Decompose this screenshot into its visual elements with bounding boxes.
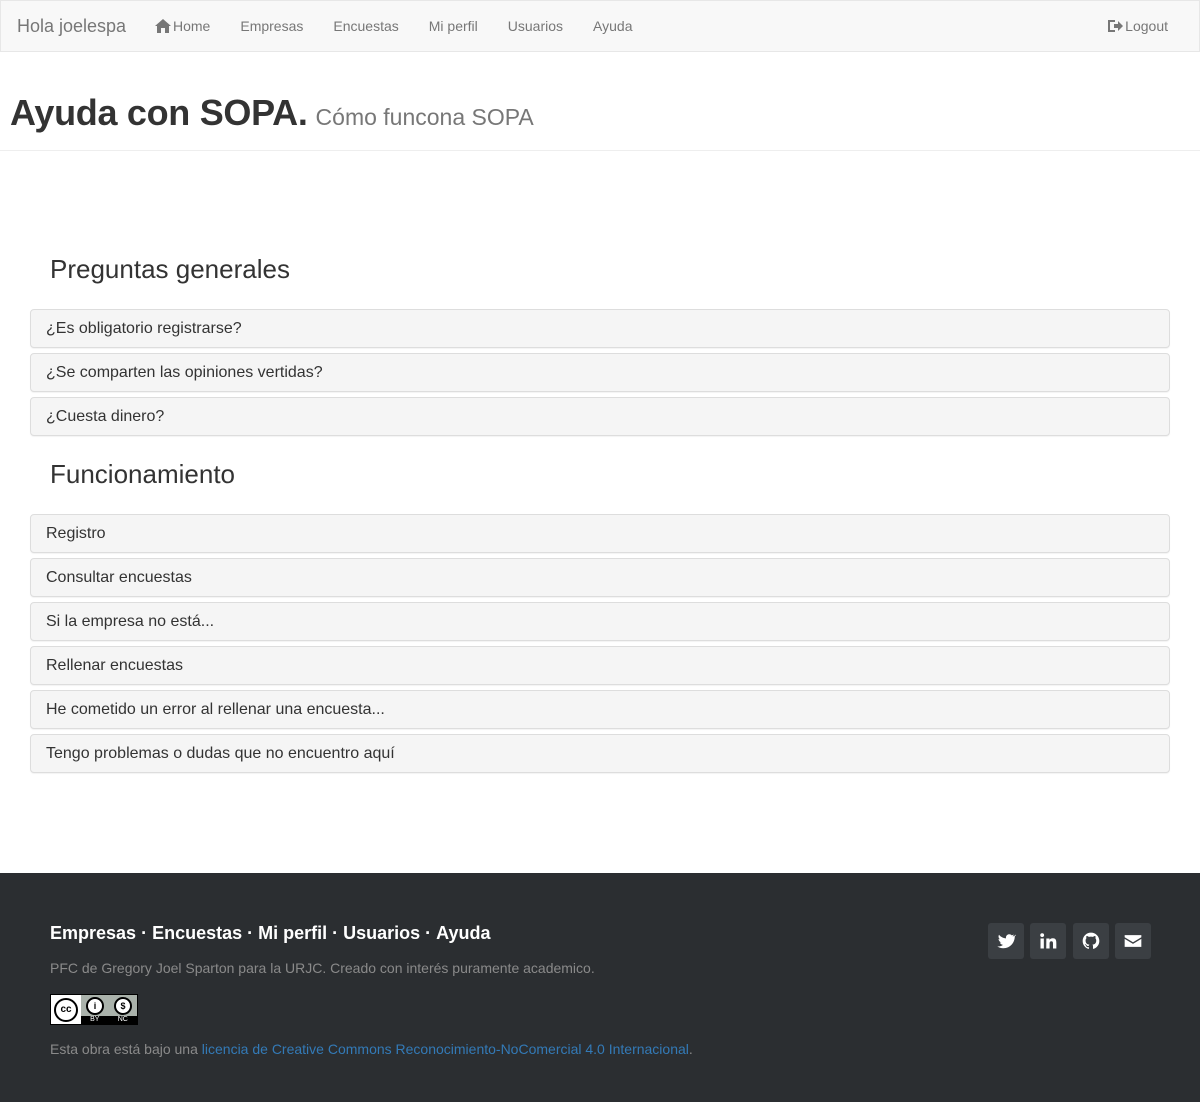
twitter-icon xyxy=(996,931,1016,951)
page-title-text: Ayuda con SOPA. xyxy=(10,92,308,133)
section-title-preguntas-generales: Preguntas generales xyxy=(50,254,290,284)
faq-panel[interactable]: Tengo problemas o dudas que no encuentro… xyxy=(30,734,1170,773)
logout-icon xyxy=(1107,19,1124,33)
navbar-brand[interactable]: Hola joelespa xyxy=(1,16,141,37)
footer-license: Esta obra está bajo una licencia de Crea… xyxy=(50,1041,693,1057)
footer-separator: · xyxy=(332,923,339,943)
github-button[interactable] xyxy=(1073,923,1109,959)
footer-link-mi-perfil[interactable]: Mi perfil xyxy=(258,923,327,943)
nav-item-mi-perfil[interactable]: Mi perfil xyxy=(414,1,493,51)
logout-label: Logout xyxy=(1125,18,1168,34)
nav-item-empresas[interactable]: Empresas xyxy=(225,1,318,51)
home-icon xyxy=(155,19,171,33)
footer-link-empresas[interactable]: Empresas xyxy=(50,923,136,943)
email-button[interactable] xyxy=(1115,923,1151,959)
footer-separator: · xyxy=(247,923,254,943)
footer-link-encuestas[interactable]: Encuestas xyxy=(152,923,242,943)
nav-item-encuestas[interactable]: Encuestas xyxy=(318,1,413,51)
footer-separator: · xyxy=(425,923,432,943)
twitter-button[interactable] xyxy=(988,923,1024,959)
footer-credit: PFC de Gregory Joel Sparton para la URJC… xyxy=(50,960,595,976)
cc-by-label: BY xyxy=(90,1016,100,1023)
nav-item-usuarios[interactable]: Usuarios xyxy=(493,1,578,51)
license-link[interactable]: licencia de Creative Commons Reconocimie… xyxy=(202,1041,689,1057)
license-suffix: . xyxy=(688,1041,693,1057)
faq-panel[interactable]: Rellenar encuestas xyxy=(30,646,1170,685)
page-subtitle: Cómo funcona SOPA xyxy=(315,104,534,130)
page-title: Ayuda con SOPA. Cómo funcona SOPA xyxy=(10,92,534,134)
section-title-funcionamiento: Funcionamiento xyxy=(50,459,235,489)
faq-panel[interactable]: Consultar encuestas xyxy=(30,558,1170,597)
nav-item-home[interactable]: Home xyxy=(141,1,225,51)
nav-item-ayuda[interactable]: Ayuda xyxy=(578,1,647,51)
linkedin-icon xyxy=(1038,931,1058,951)
cc-icon: cc xyxy=(51,995,81,1024)
faq-panel[interactable]: Registro xyxy=(30,514,1170,553)
faq-panel[interactable]: Si la empresa no está... xyxy=(30,602,1170,641)
envelope-icon xyxy=(1123,931,1143,951)
faq-panel[interactable]: ¿Cuesta dinero? xyxy=(30,397,1170,436)
faq-panel[interactable]: He cometido un error al rellenar una enc… xyxy=(30,690,1170,729)
license-prefix: Esta obra está bajo una xyxy=(50,1041,202,1057)
nav-menu: Home Empresas Encuestas Mi perfil Usuari… xyxy=(141,1,647,51)
cc-attribution-block: i $ BY NC xyxy=(81,995,137,1024)
logout-button[interactable]: Logout xyxy=(1092,1,1199,51)
linkedin-button[interactable] xyxy=(1030,923,1066,959)
footer: Empresas · Encuestas · Mi perfil · Usuarios · Ay… xyxy=(0,873,1200,1102)
footer-link-usuarios[interactable]: Usuarios xyxy=(343,923,420,943)
github-icon xyxy=(1081,931,1101,951)
cc-nc-icon: $ xyxy=(114,996,132,1015)
cc-license-badge[interactable]: cc i $ BY NC xyxy=(50,994,138,1025)
footer-link-ayuda[interactable]: Ayuda xyxy=(436,923,490,943)
page-header: Ayuda con SOPA. Cómo funcona SOPA xyxy=(0,52,1200,151)
cc-nc-label: NC xyxy=(117,1016,128,1023)
faq-panel[interactable]: ¿Se comparten las opiniones vertidas? xyxy=(30,353,1170,392)
faq-panel[interactable]: ¿Es obligatorio registrarse? xyxy=(30,309,1170,348)
footer-links: Empresas · Encuestas · Mi perfil · Usuarios · Ay… xyxy=(50,923,491,944)
nav-item-home-label: Home xyxy=(173,18,211,34)
cc-main-label: cc xyxy=(54,997,78,1022)
footer-separator: · xyxy=(141,923,148,943)
navbar: Hola joelespa Home Empresas Encuestas Mi… xyxy=(0,0,1200,52)
cc-by-icon: i xyxy=(86,996,104,1015)
